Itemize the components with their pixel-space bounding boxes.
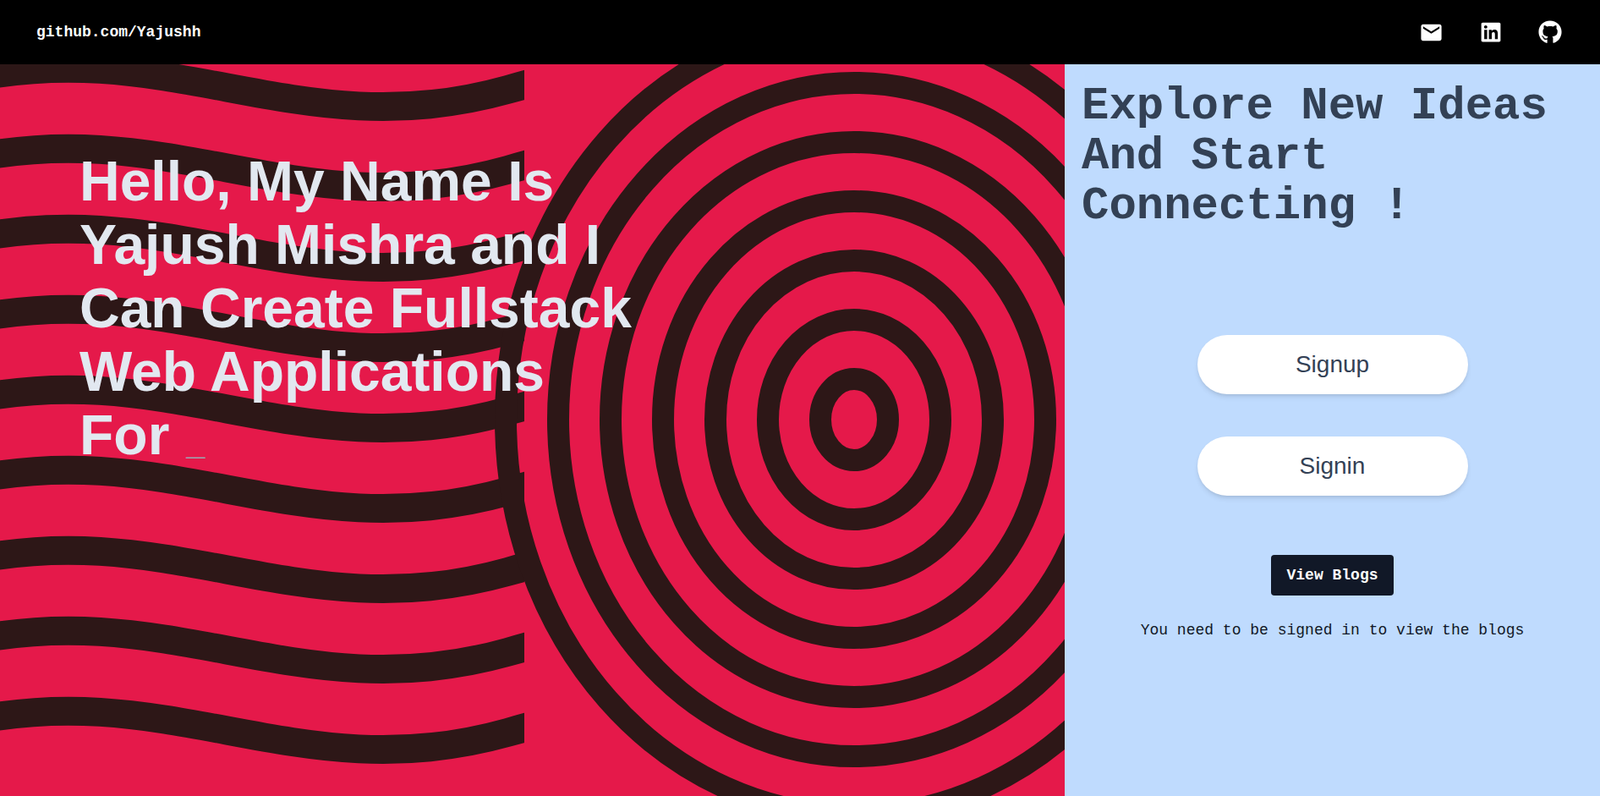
main: Hello, My Name IsYajush Mishra and ICan … bbox=[0, 64, 1600, 796]
page: github.com/Yajushh Hello, My Name IsYajus… bbox=[0, 0, 1600, 796]
github-icon[interactable] bbox=[1538, 20, 1562, 44]
mail-icon[interactable] bbox=[1419, 20, 1444, 45]
auth-buttons: Signup Signin bbox=[1197, 334, 1469, 496]
view-blogs-button[interactable]: View Blogs bbox=[1271, 554, 1393, 596]
linkedin-icon[interactable] bbox=[1479, 21, 1502, 44]
headline-line: Hello, My Name Is bbox=[79, 149, 1065, 214]
top-bar: github.com/Yajushh bbox=[0, 0, 1600, 65]
headline-line: Can Create Fullstack bbox=[79, 276, 1065, 340]
panel-heading: Explore New Ideas And Start Connecting ! bbox=[1081, 81, 1584, 231]
brand-link[interactable]: github.com/Yajushh bbox=[36, 21, 201, 44]
auth-panel: Explore New Ideas And Start Connecting !… bbox=[1064, 64, 1600, 796]
headline-line: Web Applications bbox=[79, 339, 1065, 404]
headline-line: For_ bbox=[79, 403, 1065, 475]
social-links bbox=[1419, 20, 1564, 45]
auth-button[interactable]: Signup bbox=[1197, 334, 1469, 395]
hero-headline: Hello, My Name IsYajush Mishra and ICan … bbox=[0, 64, 1065, 475]
signin-note: You need to be signed in to view the blo… bbox=[1140, 619, 1525, 642]
typing-cursor: _ bbox=[186, 423, 205, 461]
headline-line: Yajush Mishra and I bbox=[79, 213, 1065, 277]
hero-panel: Hello, My Name IsYajush Mishra and ICan … bbox=[0, 64, 1065, 796]
auth-button[interactable]: Signin bbox=[1197, 436, 1469, 496]
